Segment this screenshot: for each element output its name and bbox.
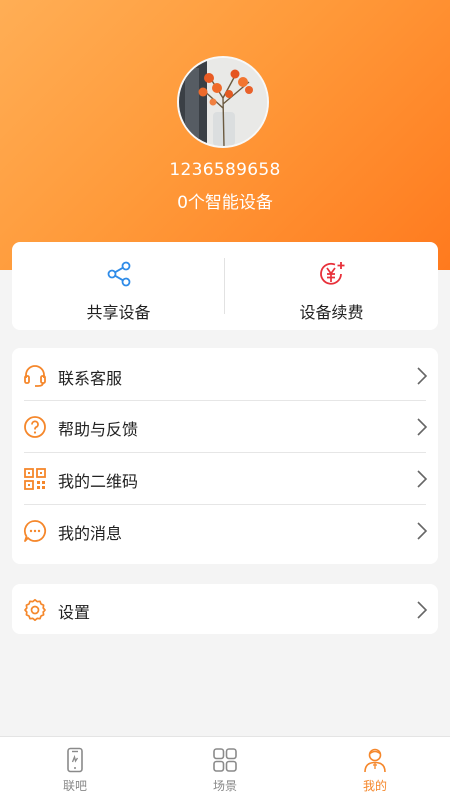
message-icon <box>24 520 47 542</box>
chevron-right-icon <box>417 418 428 436</box>
menu-card: 联系客服 帮助与反馈 我的二维码 我的消息 <box>12 348 438 564</box>
menu-item-customer-service[interactable]: 联系客服 <box>12 350 438 402</box>
menu-item-label: 联系客服 <box>58 369 123 388</box>
tab-label: 联吧 <box>62 779 87 793</box>
chevron-right-icon <box>417 522 428 540</box>
quick-actions-card: 共享设备 设备续费 <box>12 242 438 330</box>
profile-header: 1236589658 0个智能设备 <box>0 0 450 270</box>
device-count: 0个智能设备 <box>177 193 273 213</box>
device-renewal-label: 设备续费 <box>299 303 364 322</box>
settings-label: 设置 <box>58 603 91 622</box>
chevron-right-icon <box>417 470 428 488</box>
share-icon <box>107 261 130 287</box>
settings-card: 设置 <box>12 584 438 634</box>
qr-code-icon <box>24 468 46 490</box>
tab-lianba[interactable]: 联吧 <box>0 737 150 800</box>
tab-scenes[interactable]: 场景 <box>150 737 300 800</box>
tab-mine[interactable]: 我的 <box>300 737 450 800</box>
user-phone-number: 1236589658 <box>169 160 281 180</box>
tab-label: 我的 <box>362 779 387 793</box>
renew-yuan-icon <box>319 262 344 285</box>
menu-item-my-qr-code[interactable]: 我的二维码 <box>12 453 438 505</box>
avatar-image <box>179 58 267 146</box>
chevron-right-icon <box>417 601 428 619</box>
device-renewal-button[interactable]: 设备续费 <box>225 242 438 330</box>
menu-item-help-feedback[interactable]: 帮助与反馈 <box>12 401 438 453</box>
grid-icon <box>213 748 237 772</box>
share-device-label: 共享设备 <box>86 303 151 322</box>
chevron-right-icon <box>417 367 428 385</box>
phone-device-icon <box>67 747 83 773</box>
menu-item-label: 我的消息 <box>58 524 123 543</box>
bottom-tab-bar: 联吧 场景 我的 <box>0 736 450 800</box>
menu-item-label: 帮助与反馈 <box>58 420 139 439</box>
person-icon <box>364 748 386 773</box>
menu-item-settings[interactable]: 设置 <box>12 584 438 636</box>
gear-icon <box>24 598 46 622</box>
avatar[interactable] <box>177 56 269 148</box>
menu-item-my-messages[interactable]: 我的消息 <box>12 505 438 557</box>
headset-icon <box>24 365 46 387</box>
help-icon <box>24 416 46 438</box>
tab-label: 场景 <box>212 779 237 793</box>
share-device-button[interactable]: 共享设备 <box>12 242 225 330</box>
menu-item-label: 我的二维码 <box>58 472 139 491</box>
